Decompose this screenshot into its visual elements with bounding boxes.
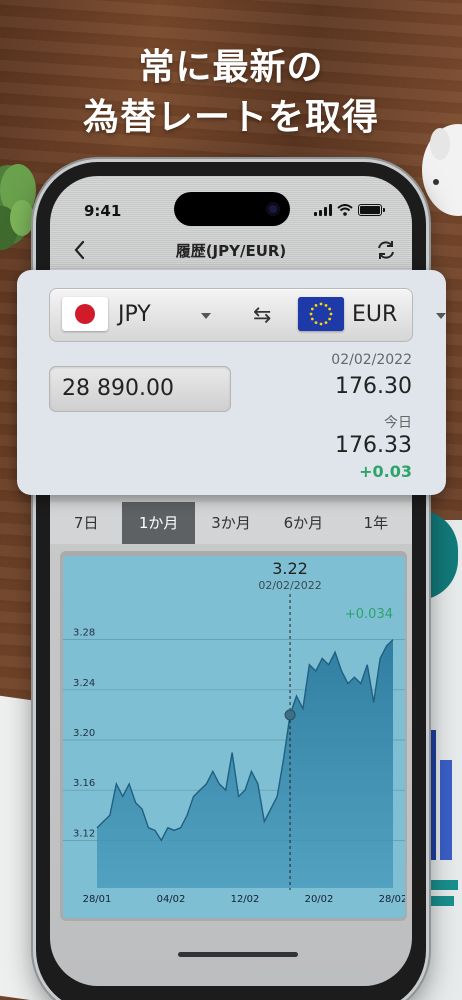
tab-6-months[interactable]: 6か月	[267, 502, 339, 544]
chevron-down-icon[interactable]	[201, 313, 211, 319]
refresh-button[interactable]	[374, 238, 398, 262]
selection-point	[284, 709, 296, 721]
page-title: 履歴(JPY/EUR)	[175, 242, 287, 260]
tab-3-months[interactable]: 3か月	[195, 502, 267, 544]
promo-headline-line2: 為替レートを取得	[82, 97, 379, 138]
x-tick-label: 04/02	[157, 894, 186, 905]
today-value: 176.33	[335, 433, 412, 458]
today-label: 今日	[384, 415, 412, 431]
dynamic-island	[174, 192, 290, 226]
status-icons	[314, 204, 385, 216]
front-camera	[266, 202, 280, 216]
swap-arrows-icon[interactable]: ⇆	[253, 303, 271, 328]
tab-1-month[interactable]: 1か月	[122, 502, 195, 544]
currency-pair-selector: JPY ⇆ EUR	[49, 288, 446, 342]
amount-input[interactable]: 28 890.00	[49, 366, 231, 412]
promo-headline-line1: 常に最新の	[138, 47, 324, 88]
today-change: +0.03	[359, 462, 412, 481]
y-tick-label: 3.12	[73, 828, 95, 839]
japan-flag-icon[interactable]	[62, 297, 108, 331]
x-tick-label: 20/02	[305, 894, 334, 905]
bar-chart-decoration	[424, 730, 458, 906]
selected-date-label: 02/02/2022	[258, 579, 321, 592]
chevron-down-icon[interactable]	[436, 313, 446, 319]
battery-icon	[358, 204, 385, 216]
y-tick-label: 3.24	[73, 678, 95, 689]
x-tick-label: 12/02	[231, 894, 260, 905]
y-tick-label: 3.16	[73, 778, 95, 789]
tab-7-days[interactable]: 7日	[50, 502, 122, 544]
x-tick-label: 28/02	[379, 894, 405, 905]
y-tick-label: 3.28	[73, 628, 95, 639]
to-currency-code[interactable]: EUR	[352, 302, 397, 327]
eu-flag-icon[interactable]	[298, 297, 344, 331]
status-time: 9:41	[84, 202, 122, 220]
y-tick-label: 3.20	[73, 728, 95, 739]
rate-value: 176.30	[335, 374, 412, 399]
tab-1-year[interactable]: 1年	[340, 502, 412, 544]
refresh-icon	[378, 241, 394, 259]
x-tick-label: 28/01	[83, 894, 112, 905]
rate-history-chart[interactable]: 3.28 3.24 3.20 3.16 3.12 28/01 04/02 12/02 20/02…	[63, 556, 405, 918]
signal-icon	[314, 204, 332, 216]
change-label: +0.034	[345, 607, 393, 622]
home-indicator[interactable]	[178, 952, 298, 957]
rate-date: 02/02/2022	[331, 352, 412, 368]
wifi-icon	[337, 204, 353, 216]
from-currency-code[interactable]: JPY	[118, 302, 151, 327]
navigation-bar: 履歴(JPY/EUR)	[50, 236, 412, 266]
converter-card: JPY ⇆ EUR 28 890.00 02/02/2022 176.30 今日…	[17, 270, 446, 495]
selected-value-label: 3.22	[272, 559, 308, 578]
period-tabs: 7日 1か月 3か月 6か月 1年	[50, 502, 412, 544]
